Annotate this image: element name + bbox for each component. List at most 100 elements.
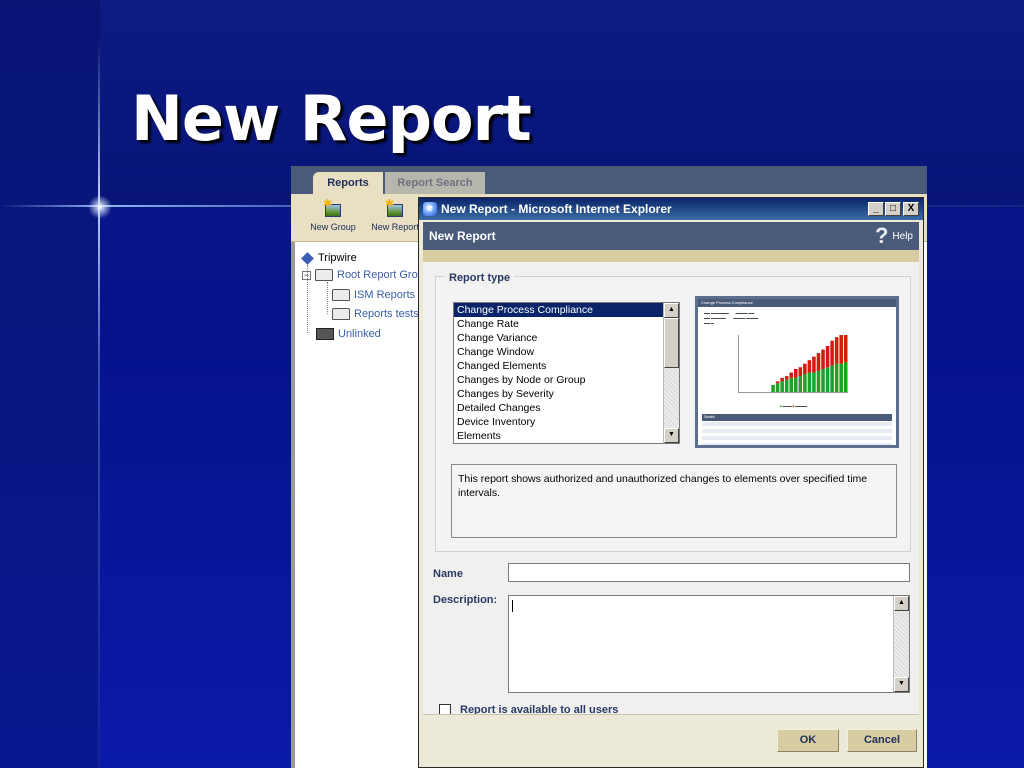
tree-label: Unlinked — [338, 328, 381, 340]
tree-item-unlinked[interactable]: Unlinked — [316, 328, 381, 340]
preview-bar-authorized — [839, 363, 843, 392]
preview-bar-authorized — [798, 376, 803, 392]
preview-details-header: Details — [702, 414, 892, 421]
preview-bar-unauthorized — [784, 376, 789, 380]
header-strip — [423, 250, 919, 262]
preview-bar-authorized — [793, 377, 798, 392]
preview-bar-unauthorized — [843, 335, 848, 362]
app-tab-bar: Reports Report Search — [291, 166, 927, 194]
report-type-legend: Report type — [445, 272, 515, 284]
preview-bar-unauthorized — [834, 337, 839, 364]
preview-bar-authorized — [771, 384, 775, 392]
tree-label: Tripwire — [318, 252, 357, 264]
preview-bar-unauthorized — [798, 367, 803, 377]
folder-icon — [332, 308, 350, 320]
minimize-button[interactable]: _ — [868, 202, 884, 216]
description-textarea[interactable]: ▲ ▼ — [508, 595, 910, 693]
slide-vertical-flare — [98, 40, 100, 768]
report-type-description: This report shows authorized and unautho… — [451, 464, 897, 538]
preview-details-table — [702, 422, 892, 445]
name-label: Name — [433, 568, 463, 580]
preview-bar-authorized — [803, 374, 807, 392]
new-group-icon: ✱ — [323, 198, 343, 218]
dialog-body: Report type Change Process Compliance Cha… — [423, 262, 919, 716]
tab-reports[interactable]: Reports — [313, 172, 383, 194]
scroll-up-icon[interactable]: ▲ — [894, 596, 909, 611]
report-type-option[interactable]: Change Variance — [454, 331, 679, 345]
scroll-down-icon[interactable]: ▼ — [894, 677, 909, 692]
preview-meta: ▬▬ ▬▬▬▬▬▬ ▬▬▬▬ ▬▬ ▬▬ ▬▬▬▬▬ ▬▬▬▬ ▬▬▬▬ ▬▬ ▬ — [704, 311, 759, 325]
preview-bar-unauthorized — [789, 372, 794, 378]
report-type-listbox[interactable]: Change Process Compliance Change Rate Chan… — [453, 302, 680, 444]
scroll-thumb[interactable] — [664, 318, 679, 368]
close-button[interactable]: X — [903, 202, 919, 216]
tab-report-search[interactable]: Report Search — [385, 172, 485, 194]
report-type-option[interactable]: Device Inventory — [454, 415, 679, 429]
tree-item-reports-tests[interactable]: Reports tests — [332, 308, 419, 320]
report-type-option[interactable]: Elements — [454, 429, 679, 443]
ok-button[interactable]: OK — [777, 729, 839, 752]
preview-bar-authorized — [830, 365, 834, 392]
dialog-header-title: New Report — [429, 229, 496, 243]
help-icon: ? — [874, 223, 889, 248]
preview-bar-unauthorized — [825, 346, 830, 368]
new-report-label: New Report — [371, 222, 419, 232]
unlinked-icon — [316, 328, 334, 340]
preview-bar-unauthorized — [807, 360, 812, 373]
text-caret — [512, 600, 513, 612]
description-label: Description: — [433, 594, 498, 606]
collapse-icon[interactable]: − — [302, 270, 311, 280]
window-title: New Report - Microsoft Internet Explorer — [441, 202, 672, 216]
report-type-option[interactable]: Change Process Compliance — [454, 303, 679, 317]
slide-title: New Report — [131, 82, 532, 155]
folder-icon — [332, 289, 350, 301]
maximize-button[interactable]: □ — [885, 202, 901, 216]
help-label: Help — [892, 230, 913, 242]
help-link[interactable]: ? Help — [874, 223, 913, 248]
new-report-button[interactable]: ✱ New Report — [365, 198, 425, 238]
preview-bar-unauthorized — [839, 335, 843, 364]
report-preview-thumbnail: Change Process Compliance ▬▬ ▬▬▬▬▬▬ ▬▬▬▬… — [695, 296, 899, 448]
tree-label: Reports tests — [354, 308, 419, 320]
new-group-label: New Group — [310, 222, 356, 232]
preview-bar-authorized — [775, 383, 780, 392]
tree-item-ism-reports[interactable]: ISM Reports — [332, 289, 415, 301]
preview-legend: ■ ▬▬▬ ■ ▬▬▬▬ — [780, 404, 808, 408]
preview-bar-authorized — [834, 363, 839, 392]
listbox-scrollbar[interactable]: ▲ ▼ — [663, 303, 679, 443]
report-type-option[interactable]: Change Window — [454, 345, 679, 359]
report-type-option[interactable]: Changed Elements — [454, 359, 679, 373]
internet-explorer-icon: e — [423, 202, 437, 216]
slide-star-flare — [86, 193, 114, 221]
tripwire-icon — [301, 251, 314, 265]
preview-bar-unauthorized — [793, 369, 798, 378]
tree-label: ISM Reports — [354, 289, 416, 301]
report-type-option[interactable]: Changes by Node or Group — [454, 373, 679, 387]
tree-item-tripwire[interactable]: Tripwire — [301, 251, 357, 265]
preview-bar-authorized — [843, 361, 848, 392]
tree-item-root-report-group[interactable]: − Root Report Group — [302, 269, 430, 281]
preview-bar-authorized — [789, 377, 794, 392]
preview-bar-unauthorized — [803, 363, 807, 375]
preview-bar-unauthorized — [812, 356, 816, 373]
window-titlebar[interactable]: e New Report - Microsoft Internet Explor… — [419, 198, 923, 220]
preview-bar-authorized — [816, 370, 821, 392]
scroll-down-icon[interactable]: ▼ — [664, 428, 679, 443]
new-group-button[interactable]: ✱ New Group — [303, 198, 363, 238]
report-type-option[interactable]: Detailed Changes — [454, 401, 679, 415]
cancel-button[interactable]: Cancel — [847, 729, 917, 752]
app-left-edge — [291, 242, 295, 768]
scroll-up-icon[interactable]: ▲ — [664, 303, 679, 318]
preview-bar-authorized — [825, 367, 830, 392]
report-type-option[interactable]: Changes by Severity — [454, 387, 679, 401]
preview-bar-unauthorized — [830, 340, 834, 366]
preview-bar-unauthorized — [816, 353, 821, 371]
preview-bar-unauthorized — [775, 381, 780, 384]
new-report-dialog: e New Report - Microsoft Internet Explor… — [418, 197, 924, 768]
preview-title: Change Process Compliance — [698, 299, 896, 307]
preview-bar-authorized — [807, 372, 812, 392]
textarea-scrollbar[interactable]: ▲ ▼ — [893, 596, 909, 692]
report-type-option[interactable]: Change Rate — [454, 317, 679, 331]
dialog-footer: OK Cancel — [423, 714, 919, 764]
name-field[interactable] — [508, 563, 910, 582]
